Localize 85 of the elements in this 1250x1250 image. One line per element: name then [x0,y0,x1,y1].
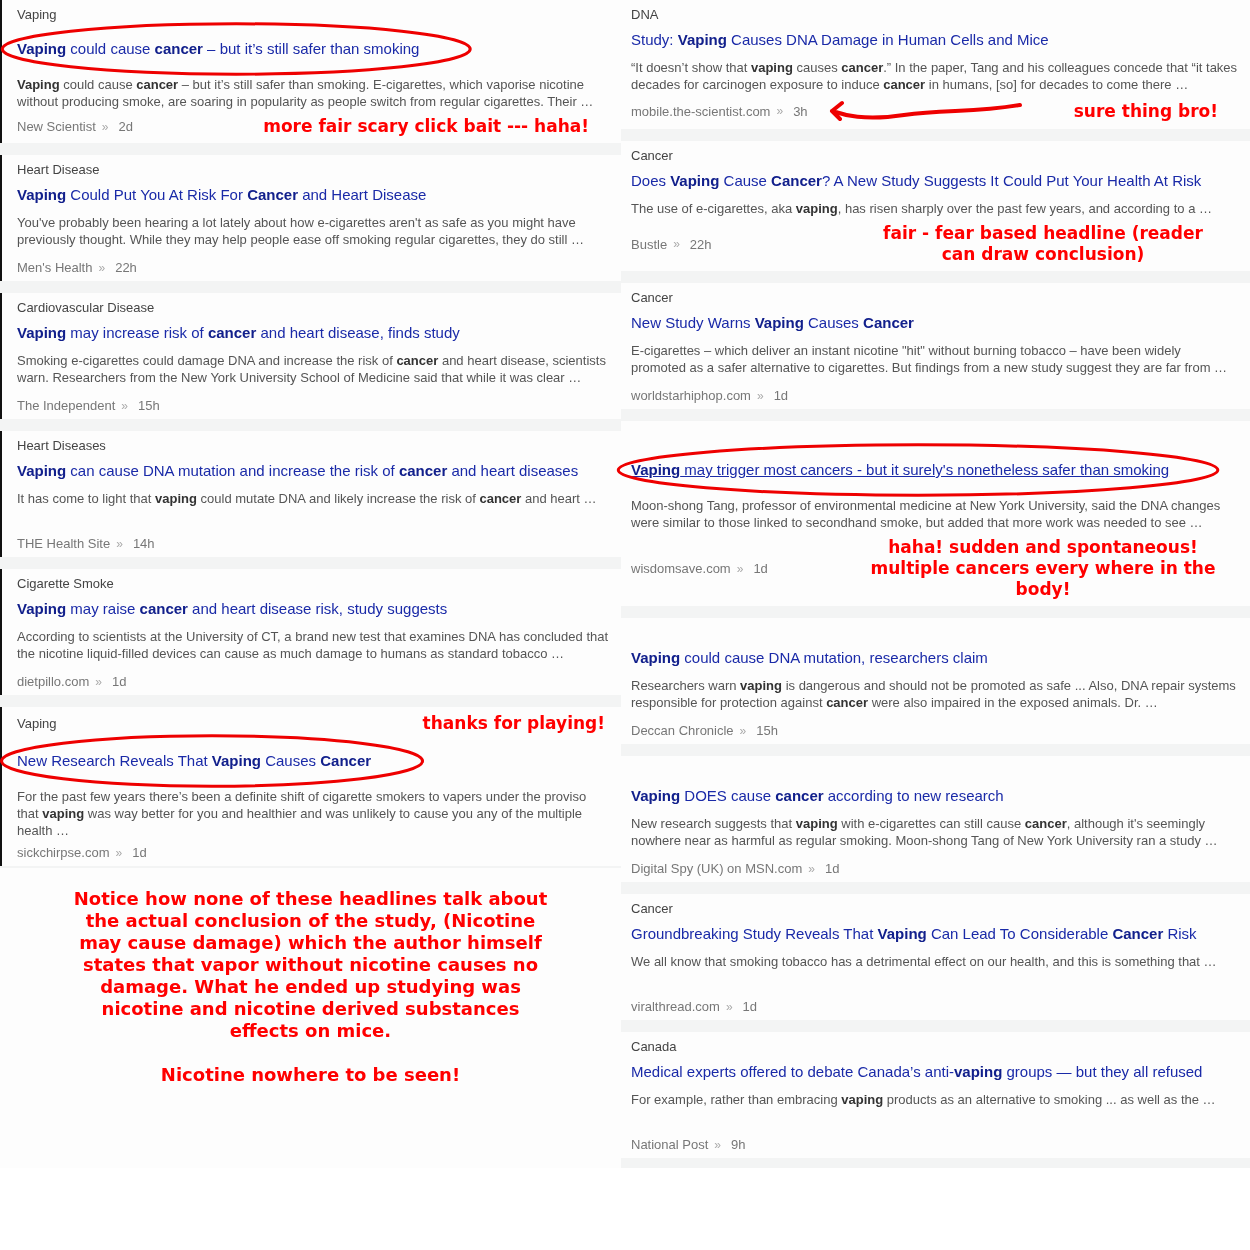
time-label: 15h [138,398,160,413]
article-snippet: New research suggests that vaping with e-cigarettes can still cause cancer, although it's seemingly nowhere near as harmful as regular smoking. Moon-shong Tang of New York University ran a study … [631,815,1219,849]
topic-label: Vaping [17,6,57,22]
chevron-icon: » [95,674,102,689]
time-label: 22h [689,236,712,252]
source-link[interactable]: National Post [631,1137,709,1152]
article-snippet: You've probably been hearing a lot lately about how e-cigarettes aren't as safe as you might have previously thought. While they may help people ease off smoking regular cigarettes, they do still … [17,214,585,248]
time-label: 14h [132,536,155,551]
source-link[interactable]: sickchirpse.com [17,845,110,860]
source-link[interactable]: THE Health Site [17,536,111,551]
headline-link[interactable]: Vaping DOES cause cancer according to new research [631,787,1004,804]
source-link[interactable]: mobile.the-scientist.com [631,103,771,119]
time-label: 1d [773,388,789,403]
annotation-text: haha! sudden and spontaneous! multiple cancers every where in the body! [869,537,1217,600]
article-snippet: It has come to light that vaping could mutate DNA and likely increase the risk of cancer and heart … [17,490,598,507]
time-label: 9h [731,1137,746,1152]
article-snippet: The use of e-cigarettes, aka vaping, has risen sharply over the past few years, and according to a … [631,200,1213,217]
source-link[interactable]: Men's Health [17,260,93,275]
chevron-icon: » [725,999,733,1014]
article-snippet: E-cigarettes – which deliver an instant nicotine "hit" without burning tobacco – have been widely promoted as a safer alternative to cigarettes. But findings from a new study suggest they are far from … [631,342,1229,376]
chevron-icon: » [714,1137,721,1152]
topic-label: Heart Disease [17,161,100,177]
source-link[interactable]: New Scientist [17,119,96,134]
annotation-paragraph: Notice how none of these headlines talk about the actual conclusion of the study, (Nicotine may cause damage) which the author himself states that vapor without nicotine causes no damage. What he ended up studying was nicotine and nicotine derived substances effects on mice. [72,888,549,1042]
annotation-paragraph: Nicotine nowhere to be seen! [159,1064,462,1086]
chevron-icon: » [756,388,764,403]
topic-label: Canada [631,1038,677,1054]
chevron-icon: » [115,845,123,860]
chevron-icon: » [739,723,747,738]
article-snippet: According to scientists at the University of CT, a brand new test that examines DNA has concluded that the nicotine liquid-filled devices can cause as much damage to humans as standard tobacco … [17,628,609,662]
time-label: 22h [115,260,137,275]
headline-link[interactable]: Vaping Could Put You At Risk For Cancer and Heart Disease [17,186,427,203]
source-link[interactable]: worldstarhiphop.com [631,388,751,403]
headline-link[interactable]: Does Vaping Cause Cancer? A New Study Suggests It Could Put Your Health At Risk [631,172,1202,189]
headline-link[interactable]: New Study Warns Vaping Causes Cancer [631,314,914,331]
topic-label: Vaping [17,716,57,731]
chevron-icon: » [776,104,784,118]
headline-link[interactable]: Medical experts offered to debate Canada’s anti-vaping groups — but they all refused [631,1063,1203,1080]
topic-label: Cancer [631,289,673,305]
article-snippet: For example, rather than embracing vaping products as an alternative to smoking ... as well as the … [631,1091,1217,1108]
chevron-icon: » [98,260,106,275]
article-snippet: Vaping could cause cancer – but it’s still safer than smoking. E-cigarettes, which vaporise nicotine without producing smoke, are soaring in popularity as people switch from regular cigarettes. Their … [17,76,595,110]
source-link[interactable]: Deccan Chronicle [631,723,734,738]
source-link[interactable]: Bustle [631,236,668,252]
source-link[interactable]: dietpillo.com [17,674,90,689]
article-snippet: “It doesn’t show that vaping causes cancer.” In the paper, Tang and his colleagues concede that “it takes decades for carcinogen exposure to induce cancer in humans, [so] for decades to come there … [631,59,1238,93]
source-link[interactable]: wisdomsave.com [631,561,731,576]
headline-link[interactable]: Vaping may increase risk of cancer and heart disease, finds study [17,324,460,341]
chevron-icon: » [808,861,815,876]
topic-label: Cigarette Smoke [17,575,114,591]
article-snippet: For the past few years there’s been a definite shift of cigarette smokers to vapers under the proviso that vaping was way better for you and healthier and was unlikely to cause you any of the multiple health … [17,788,588,839]
annotation-text: thanks for playing! [422,713,605,734]
source-link[interactable]: The Independent [17,398,116,413]
article-snippet: Researchers warn vaping is dangerous and should not be promoted as safe ... Also, DNA repair systems responsible for protection against cancer were also impaired in the exposed animals. Dr. … [631,677,1237,711]
topic-label: Cancer [631,900,673,916]
topic-label: Cardiovascular Disease [17,299,155,315]
topic-label: DNA [631,6,659,22]
article-snippet: We all know that smoking tobacco has a detrimental effect on our health, and this is something that … [631,953,1218,970]
annotation-text: sure thing bro! [1073,100,1218,122]
chevron-icon: » [116,536,123,551]
headline-link[interactable]: Vaping can cause DNA mutation and increase the risk of cancer and heart diseases [17,462,579,479]
time-label: 1d [824,861,840,876]
chevron-icon: » [673,237,680,251]
annotation-text: fair - fear based headline (reader can draw conclusion) [882,223,1204,265]
chevron-icon: » [101,119,109,134]
time-label: 1d [742,999,758,1014]
chevron-icon: » [121,398,128,413]
time-label: 1d [111,674,127,689]
time-label: 1d [132,845,147,860]
time-label: 2d [118,119,133,134]
time-label: 15h [756,723,778,738]
chevron-icon: » [736,561,744,576]
headline-link[interactable]: Study: Vaping Causes DNA Damage in Human Cells and Mice [631,31,1049,48]
article-snippet: Moon-shong Tang, professor of environmental medicine at New York University, said the DNA changes were similar to those linked to secondhand smoke, but added that more work was needed to see … [631,497,1222,531]
source-link[interactable]: Digital Spy (UK) on MSN.com [631,861,803,876]
article-snippet: Smoking e-cigarettes could damage DNA and increase the risk of cancer and heart disease, scientists warn. Researchers from the New York University School of Medicine said that while it was clear … [17,352,607,386]
time-label: 3h [793,103,808,119]
headline-link[interactable]: Vaping could cause DNA mutation, researchers claim [631,649,988,666]
time-label: 1d [753,561,768,576]
topic-label: Heart Diseases [17,437,106,453]
headline-link[interactable]: Groundbreaking Study Reveals That Vaping Can Lead To Considerable Cancer Risk [631,925,1197,942]
headline-link[interactable]: Vaping may raise cancer and heart disease risk, study suggests [17,600,448,617]
topic-label: Cancer [631,147,673,163]
source-link[interactable]: viralthread.com [631,999,720,1014]
annotation-text: more fair scary click bait --- haha! [263,116,589,137]
